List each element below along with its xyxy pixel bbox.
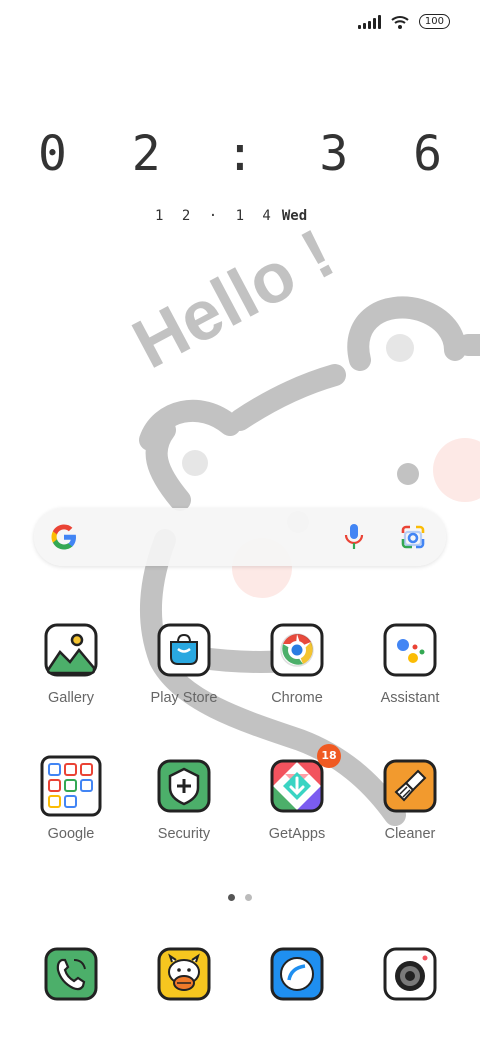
cleaner-icon — [382, 758, 438, 814]
security-icon — [156, 758, 212, 814]
wifi-icon — [391, 15, 409, 29]
gallery-icon — [43, 622, 99, 678]
chrome-icon — [269, 622, 325, 678]
app-label: Chrome — [271, 690, 323, 706]
clock-time[interactable]: 0 2 : 3 6 — [0, 126, 480, 182]
app-security[interactable]: Security — [129, 758, 239, 842]
app-label: GetApps — [268, 826, 326, 842]
app-label: Play Store — [150, 690, 218, 706]
mic-icon[interactable] — [344, 523, 364, 551]
google-lens-icon[interactable] — [400, 524, 426, 550]
page-dot-active[interactable] — [228, 894, 235, 901]
app-getapps[interactable]: 18 GetApps — [242, 744, 352, 842]
weekday-text: Wed — [281, 208, 308, 224]
app-label: Google — [47, 826, 95, 842]
messages-icon[interactable] — [156, 946, 212, 1002]
clock-date[interactable]: 1 2 · 1 4 Wed — [155, 208, 307, 224]
page-dot[interactable] — [245, 894, 252, 901]
notification-badge: 18 — [317, 744, 341, 768]
app-chrome[interactable]: Chrome — [242, 622, 352, 706]
wallpaper-hello-text: Hello ! — [120, 214, 345, 383]
browser-icon[interactable] — [269, 946, 325, 1002]
app-play-store[interactable]: Play Store — [129, 622, 239, 706]
play-store-icon — [156, 622, 212, 678]
signal-icon — [357, 14, 381, 29]
phone-icon[interactable] — [43, 946, 99, 1002]
date-text: 1 2 · 1 4 — [155, 208, 276, 224]
status-bar: 100 — [357, 14, 450, 29]
app-label: Cleaner — [384, 826, 436, 842]
app-gallery[interactable]: Gallery — [16, 622, 126, 706]
app-cleaner[interactable]: Cleaner — [355, 758, 465, 842]
camera-icon[interactable] — [382, 946, 438, 1002]
app-label: Assistant — [380, 690, 440, 706]
assistant-icon — [382, 622, 438, 678]
google-folder-icon — [40, 755, 102, 817]
google-logo-icon — [51, 524, 76, 550]
app-google-folder[interactable]: Google — [16, 755, 126, 842]
battery-indicator: 100 — [418, 14, 450, 29]
google-search-bar[interactable] — [34, 508, 446, 566]
app-label: Gallery — [48, 690, 94, 706]
app-assistant[interactable]: Assistant — [355, 622, 465, 706]
page-indicator[interactable] — [228, 894, 252, 901]
app-label: Security — [157, 826, 211, 842]
getapps-icon: 18 — [269, 744, 341, 814]
